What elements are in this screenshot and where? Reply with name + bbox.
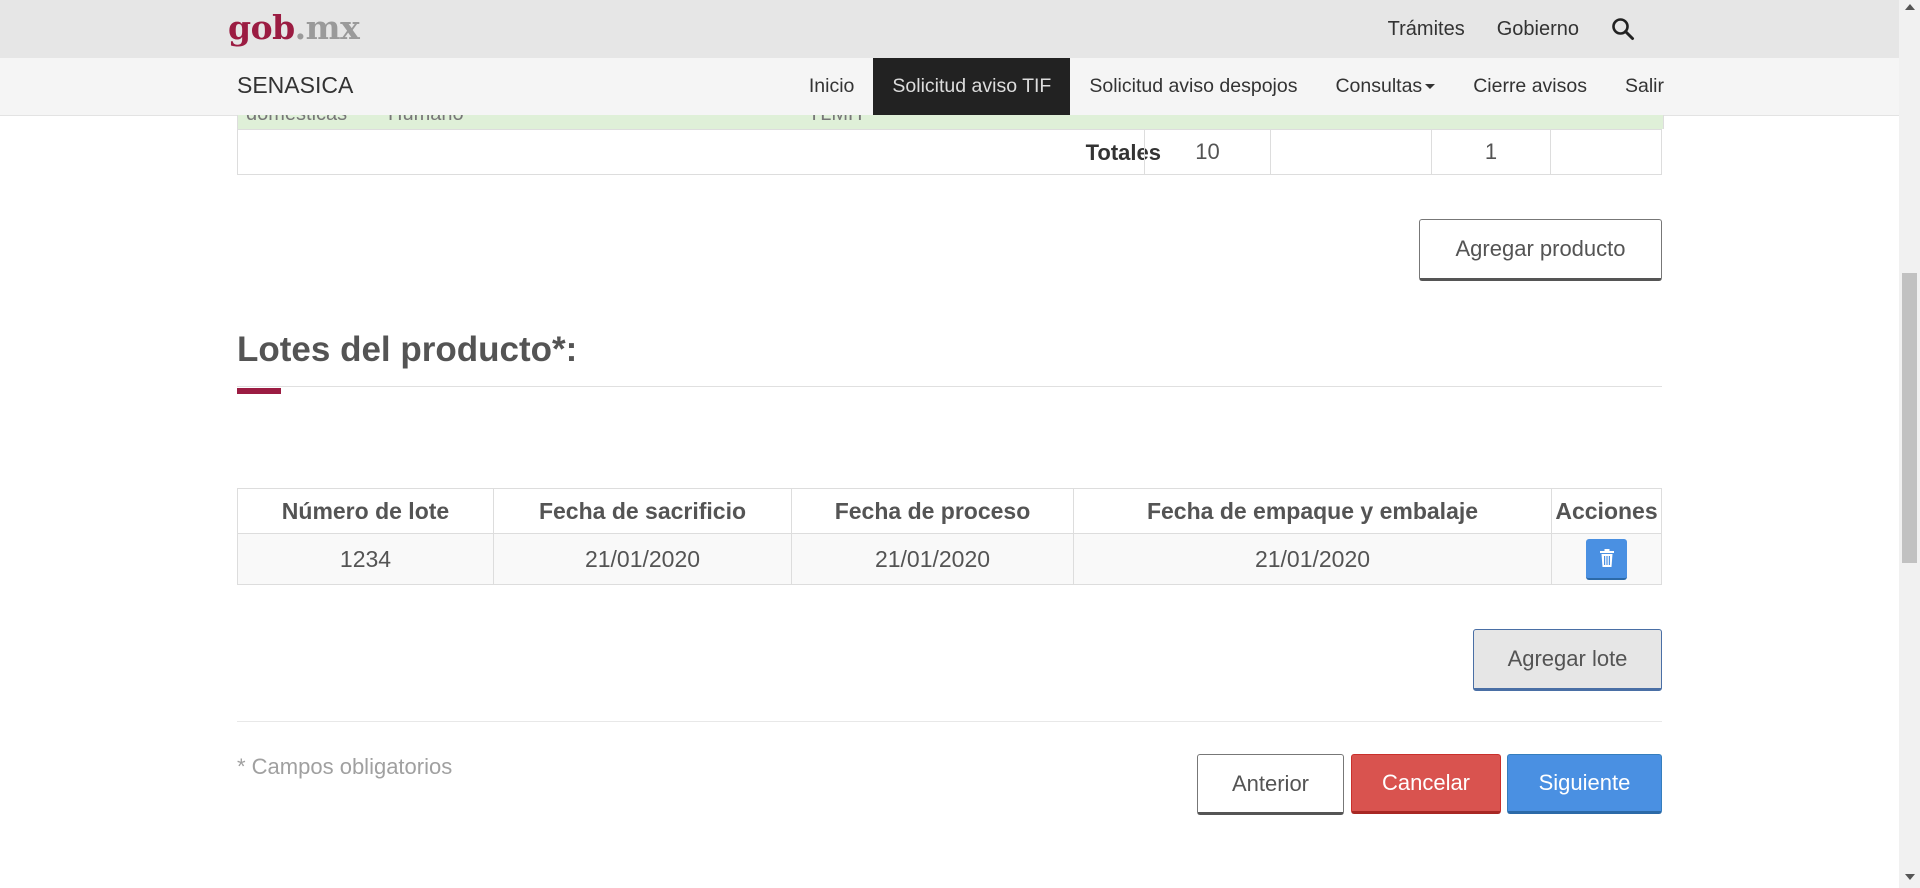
cell-acciones [1551, 533, 1662, 585]
form-divider [237, 721, 1662, 722]
caret-down-icon [1425, 84, 1436, 89]
nav-item-solicitud-aviso-despojos[interactable]: Solicitud aviso despojos [1070, 58, 1316, 115]
top-links: Trámites Gobierno [1388, 17, 1635, 41]
nav-item-salir[interactable]: Salir [1606, 58, 1664, 115]
col-header-fecha-sacrificio: Fecha de sacrificio [493, 488, 792, 534]
partial-cell-1: domésticas [246, 115, 347, 126]
nav-item-consultas-label: Consultas [1335, 75, 1423, 97]
product-table-partial-row: domésticas Humano TLMH [237, 115, 1664, 129]
nav-item-cierre-avisos[interactable]: Cierre avisos [1454, 58, 1606, 115]
brand-senasica[interactable]: SENASICA [237, 72, 353, 99]
section-divider [237, 386, 1662, 387]
totals-cell: 1 [1431, 130, 1550, 174]
scroll-down-arrow-icon[interactable] [1905, 874, 1915, 880]
required-fields-note: * Campos obligatorios [237, 754, 453, 779]
col-header-numero-lote: Número de lote [237, 488, 494, 534]
partial-cell-2: Humano [388, 115, 464, 126]
top-link-gobierno[interactable]: Gobierno [1497, 18, 1579, 41]
next-button[interactable]: Siguiente [1507, 754, 1662, 814]
col-header-acciones: Acciones [1551, 488, 1662, 534]
nav-item-solicitud-aviso-tif[interactable]: Solicitud aviso TIF [873, 58, 1071, 115]
delete-lot-button[interactable] [1586, 538, 1627, 580]
search-icon[interactable] [1611, 17, 1635, 41]
cell-numero-lote: 1234 [237, 533, 494, 585]
add-product-button[interactable]: Agregar producto [1419, 219, 1662, 281]
totals-cell [1550, 130, 1662, 174]
partial-cell-3: TLMH [808, 115, 862, 126]
col-header-fecha-proceso: Fecha de proceso [791, 488, 1074, 534]
cell-fecha-proceso: 21/01/2020 [791, 533, 1074, 585]
section-accent-bar [237, 388, 281, 394]
cancel-button[interactable]: Cancelar [1351, 754, 1501, 814]
main-nav: SENASICA Inicio Solicitud aviso TIF Soli… [0, 58, 1899, 116]
lots-table-header: Número de lote Fecha de sacrificio Fecha… [237, 488, 1662, 534]
cell-fecha-empaque: 21/01/2020 [1073, 533, 1552, 585]
lots-table: Número de lote Fecha de sacrificio Fecha… [237, 488, 1662, 585]
top-bar: gob.mx Trámites Gobierno [0, 0, 1899, 59]
vertical-scrollbar[interactable] [1899, 0, 1920, 888]
scroll-up-arrow-icon[interactable] [1905, 4, 1915, 10]
add-lot-button[interactable]: Agregar lote [1473, 629, 1662, 691]
totals-row: Totales 10 1 [237, 129, 1662, 175]
col-header-fecha-empaque: Fecha de empaque y embalaje [1073, 488, 1552, 534]
table-row: 1234 21/01/2020 21/01/2020 21/01/2020 [237, 533, 1662, 585]
previous-button[interactable]: Anterior [1197, 754, 1344, 815]
nav-item-inicio[interactable]: Inicio [790, 58, 874, 115]
gob-mx-logo[interactable]: gob.mx [228, 8, 360, 47]
trash-icon [1599, 549, 1614, 567]
nav-item-consultas[interactable]: Consultas [1316, 58, 1454, 115]
scrollbar-thumb[interactable] [1902, 273, 1917, 563]
cell-fecha-sacrificio: 21/01/2020 [493, 533, 792, 585]
top-link-tramites[interactable]: Trámites [1388, 18, 1465, 41]
totals-cell [1270, 130, 1431, 174]
lots-section-title: Lotes del producto*: [237, 330, 578, 369]
totals-cell: 10 [1144, 130, 1270, 174]
